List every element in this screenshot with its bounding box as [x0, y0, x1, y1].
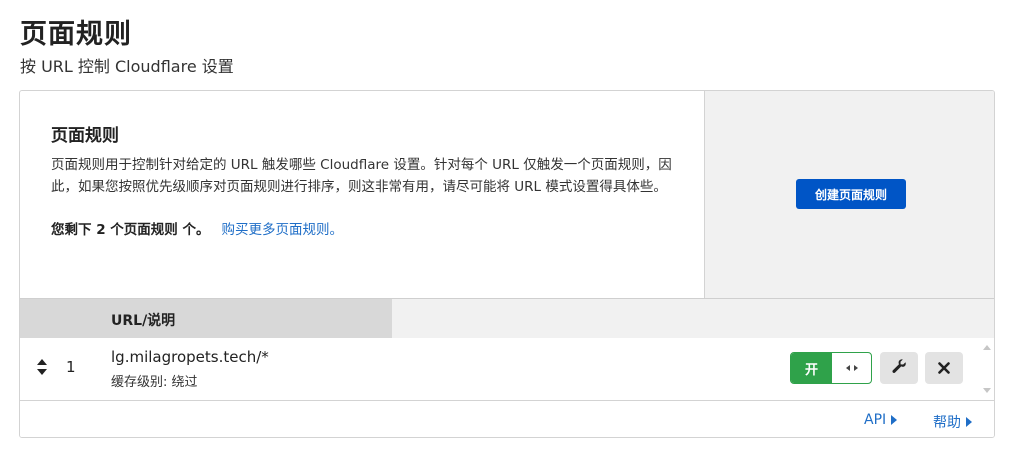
- page-subtitle: 按 URL 控制 Cloudflare 设置: [20, 57, 234, 76]
- help-link[interactable]: 帮助: [933, 412, 972, 432]
- page-title: 页面规则: [20, 19, 132, 50]
- edit-rule-button[interactable]: [880, 352, 918, 384]
- rule-toggle[interactable]: 开: [790, 352, 872, 384]
- scroll-up-icon[interactable]: [983, 345, 991, 350]
- api-link[interactable]: API: [864, 412, 898, 428]
- caret-right-icon: [891, 415, 898, 425]
- rule-index: 1: [66, 358, 76, 376]
- remaining-rules-text: 您剩下 2 个页面规则 个。: [51, 222, 210, 238]
- card-footer: API 帮助: [20, 400, 994, 437]
- toggle-on-label: 开: [791, 353, 832, 383]
- delete-rule-button[interactable]: [925, 352, 963, 384]
- wrench-icon: [891, 358, 907, 378]
- close-icon: [938, 359, 950, 378]
- api-link-label: API: [864, 412, 887, 428]
- rule-url: lg.milagropets.tech/*: [111, 348, 269, 366]
- column-header-url: URL/说明: [111, 313, 176, 329]
- create-panel: 创建页面规则: [704, 91, 994, 298]
- table-row: 1 lg.milagropets.tech/* 缓存级别: 绕过 开: [20, 338, 978, 400]
- rules-scrollbar[interactable]: [978, 338, 994, 400]
- caret-right-icon: [966, 417, 972, 427]
- intro-description: 页面规则用于控制针对给定的 URL 触发哪些 Cloudflare 设置。针对每…: [51, 157, 672, 195]
- rule-description: 缓存级别: 绕过: [111, 375, 198, 390]
- scroll-down-icon[interactable]: [983, 388, 991, 393]
- intro-section: 页面规则 页面规则用于控制针对给定的 URL 触发哪些 Cloudflare 设…: [20, 91, 704, 298]
- remaining-rules: 您剩下 2 个页面规则 个。 购买更多页面规则。: [51, 218, 704, 238]
- help-link-label: 帮助: [933, 415, 961, 431]
- create-page-rule-button[interactable]: 创建页面规则: [796, 179, 906, 209]
- page-rules-card: 页面规则 页面规则用于控制针对给定的 URL 触发哪些 Cloudflare 设…: [19, 90, 995, 438]
- intro-title: 页面规则: [51, 126, 119, 146]
- left-right-arrows-icon: [832, 353, 871, 383]
- table-header-filler: [392, 298, 994, 338]
- buy-more-rules-link[interactable]: 购买更多页面规则。: [222, 222, 344, 238]
- sort-arrows-icon[interactable]: [36, 358, 48, 376]
- table-header: URL/说明: [20, 298, 392, 338]
